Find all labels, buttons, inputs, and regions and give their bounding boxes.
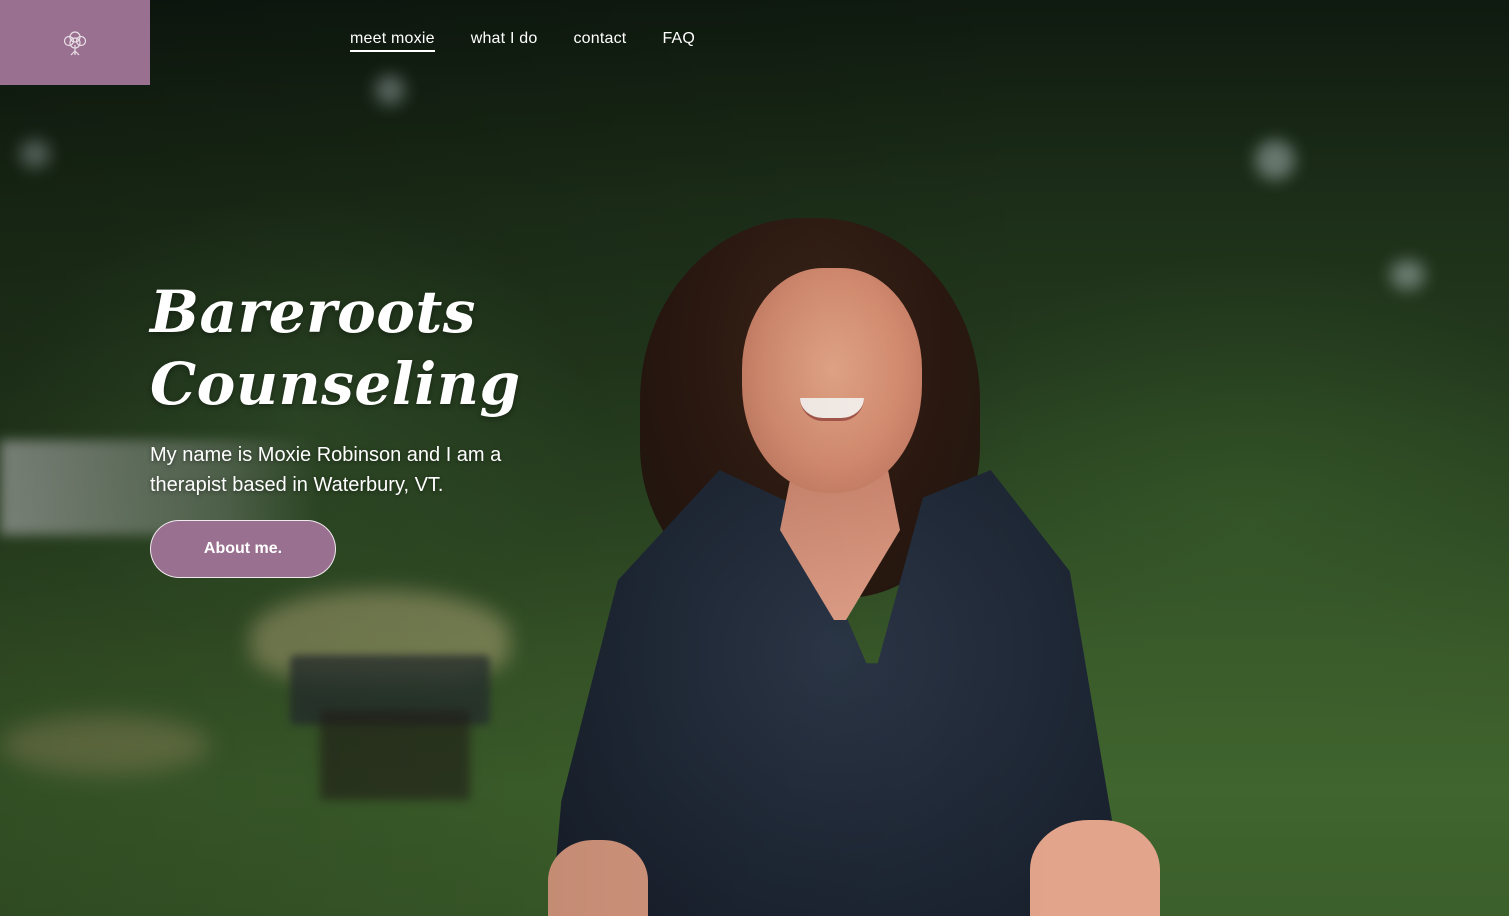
logo-link[interactable] xyxy=(0,0,150,85)
page-title-line1: Bareroots xyxy=(150,278,476,346)
hero-section: meet moxie what I do contact FAQ Bareroo… xyxy=(0,0,1509,916)
hero-subtitle: My name is Moxie Robinson and I am a the… xyxy=(150,444,502,496)
background-light-spot xyxy=(1390,260,1425,290)
page-title-line2: Counseling xyxy=(150,350,521,418)
background-light-spot xyxy=(20,140,50,168)
background-light-spot xyxy=(1255,140,1295,180)
portrait-arm xyxy=(1030,820,1160,916)
background-light-spot xyxy=(375,75,405,105)
portrait-arm xyxy=(548,840,648,916)
nav-link-meet-moxie[interactable]: meet moxie xyxy=(350,30,435,52)
nav-link-contact[interactable]: contact xyxy=(573,30,626,52)
nav-link-faq[interactable]: FAQ xyxy=(662,30,695,52)
background-hay xyxy=(0,715,210,775)
portrait-face xyxy=(742,268,922,493)
about-me-button[interactable]: About me. xyxy=(150,520,336,578)
page-title: Bareroots Counseling xyxy=(150,276,521,420)
nav-link-what-i-do[interactable]: what I do xyxy=(471,30,538,52)
main-nav: meet moxie what I do contact FAQ xyxy=(350,30,695,52)
background-wheelbarrow-base xyxy=(320,710,470,800)
tree-icon xyxy=(62,29,88,57)
